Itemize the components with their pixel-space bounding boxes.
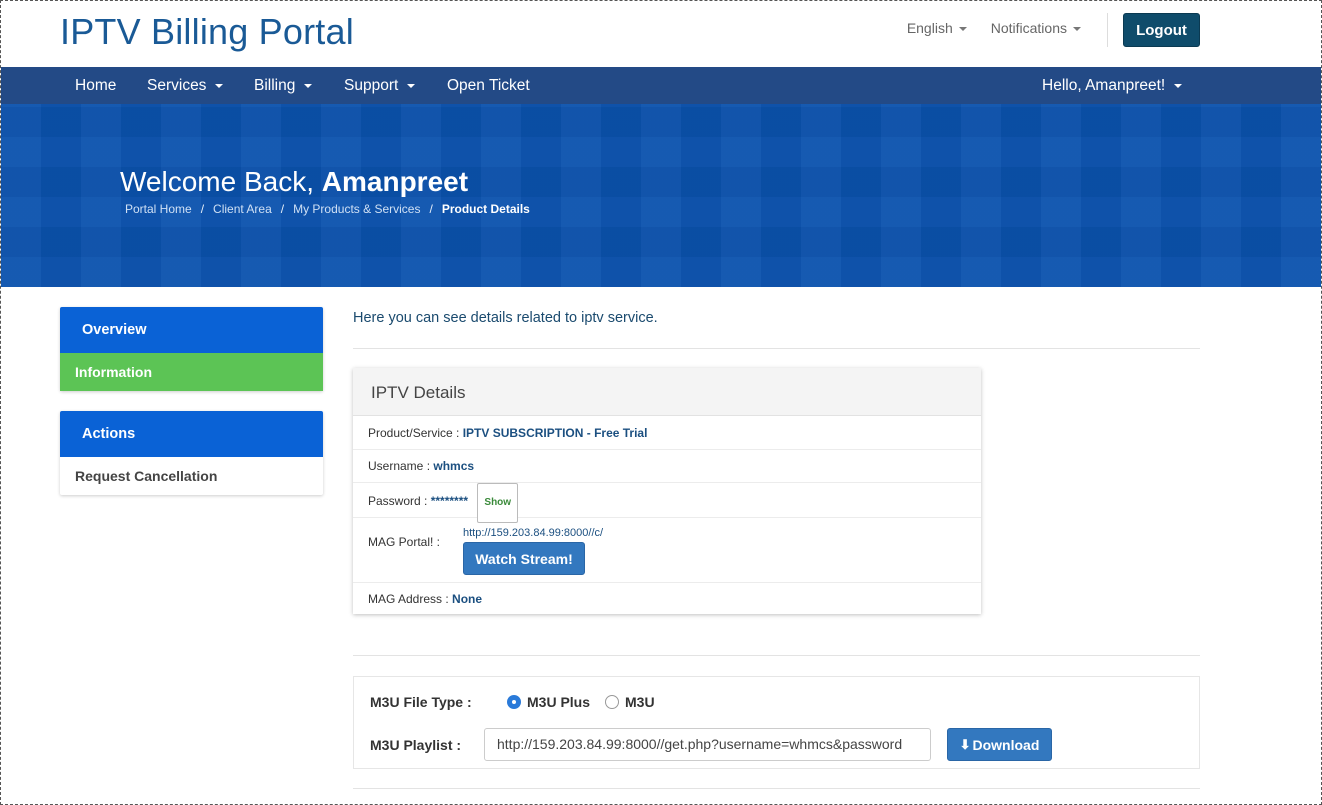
- mag-portal-row: MAG Portal! : http://159.203.84.99:8000/…: [353, 518, 981, 583]
- iptv-details-card: IPTV Details Product/Service : IPTV SUBS…: [353, 368, 981, 614]
- chevron-down-icon: [407, 83, 416, 88]
- watch-stream-button[interactable]: Watch Stream!: [463, 542, 585, 575]
- chevron-down-icon: [1073, 27, 1081, 32]
- nav-billing-label: Billing: [254, 77, 296, 94]
- overview-panel: Overview Information: [60, 307, 323, 391]
- logout-button[interactable]: Logout: [1123, 13, 1200, 47]
- actions-panel-title: Actions: [60, 411, 323, 457]
- divider: [353, 348, 1200, 349]
- brand-title[interactable]: IPTV Billing Portal: [60, 11, 354, 53]
- breadcrumb-separator: /: [280, 202, 285, 216]
- username-label: Username :: [368, 459, 431, 473]
- nav-billing[interactable]: Billing: [254, 67, 313, 104]
- divider: [353, 788, 1200, 789]
- mag-portal-label: MAG Portal! :: [368, 535, 441, 549]
- show-password-button[interactable]: Show: [477, 483, 519, 523]
- radio-unselected-icon: [605, 695, 619, 709]
- breadcrumb-products-services[interactable]: My Products & Services: [293, 202, 420, 216]
- nav-user-label: Hello, Amanpreet!: [1042, 77, 1166, 94]
- actions-panel: Actions Request Cancellation: [60, 411, 323, 495]
- mag-address-value: None: [452, 592, 483, 606]
- language-label: English: [906, 20, 953, 36]
- hero-banner: Welcome Back, Amanpreet Portal Home / Cl…: [1, 104, 1321, 287]
- main-nav: Home Services Billing Support Open Ticke…: [1, 67, 1321, 104]
- chevron-down-icon: [215, 83, 224, 88]
- divider: [353, 655, 1200, 656]
- chevron-down-icon: [1174, 83, 1183, 88]
- username-row: Username : whmcs: [353, 450, 981, 483]
- password-value: ********: [430, 494, 469, 508]
- radio-selected-icon: [507, 695, 521, 709]
- overview-panel-title: Overview: [60, 307, 323, 353]
- nav-services-label: Services: [147, 77, 207, 94]
- download-icon: ⬇: [959, 736, 971, 752]
- radio-m3u-label: M3U: [625, 694, 655, 710]
- notifications-label: Notifications: [990, 20, 1067, 36]
- notifications-dropdown[interactable]: Notifications: [991, 20, 1081, 36]
- card-title: IPTV Details: [353, 368, 981, 416]
- password-label: Password :: [368, 494, 428, 508]
- product-label: Product/Service :: [368, 426, 460, 440]
- nav-open-ticket-label: Open Ticket: [447, 77, 530, 94]
- m3u-section: M3U File Type : M3U Plus M3U M3U Playlis…: [353, 676, 1200, 769]
- welcome-name: Amanpreet: [321, 166, 469, 197]
- nav-home[interactable]: Home: [75, 67, 116, 104]
- password-row: Password : ******** Show: [353, 483, 981, 523]
- radio-m3u-plus-label: M3U Plus: [527, 694, 591, 710]
- header-divider: [1107, 13, 1108, 47]
- chevron-down-icon: [958, 27, 967, 32]
- top-header: IPTV Billing Portal English Notification…: [1, 1, 1321, 67]
- nav-services[interactable]: Services: [147, 67, 224, 104]
- nav-open-ticket[interactable]: Open Ticket: [447, 67, 530, 104]
- welcome-heading: Welcome Back, Amanpreet: [120, 166, 468, 198]
- sidebar-item-request-cancellation[interactable]: Request Cancellation: [60, 457, 323, 495]
- nav-support-label: Support: [344, 77, 399, 94]
- playlist-url-input[interactable]: http://159.203.84.99:8000//get.php?usern…: [484, 728, 931, 761]
- breadcrumb: Portal Home / Client Area / My Products …: [125, 202, 530, 216]
- breadcrumb-current: Product Details: [441, 202, 530, 216]
- radio-m3u-plus[interactable]: M3U Plus: [507, 694, 590, 710]
- welcome-prefix: Welcome Back,: [120, 166, 314, 197]
- breadcrumb-separator: /: [429, 202, 433, 216]
- product-value: IPTV SUBSCRIPTION - Free Trial: [462, 426, 648, 440]
- download-button[interactable]: ⬇ Download: [947, 728, 1052, 761]
- top-links: English Notifications: [907, 20, 1081, 36]
- product-row: Product/Service : IPTV SUBSCRIPTION - Fr…: [353, 416, 981, 450]
- language-dropdown[interactable]: English: [907, 20, 967, 36]
- breadcrumb-separator: /: [200, 202, 205, 216]
- intro-text: Here you can see details related to iptv…: [353, 310, 658, 326]
- nav-home-label: Home: [75, 77, 117, 94]
- page: IPTV Billing Portal English Notification…: [0, 0, 1322, 805]
- username-value: whmcs: [433, 459, 475, 473]
- m3u-playlist-label: M3U Playlist :: [370, 737, 462, 753]
- chevron-down-icon: [304, 83, 313, 88]
- breadcrumb-client-area[interactable]: Client Area: [213, 202, 272, 216]
- mag-portal-url[interactable]: http://159.203.84.99:8000//c/: [463, 527, 603, 539]
- breadcrumb-portal-home[interactable]: Portal Home: [125, 202, 192, 216]
- nav-support[interactable]: Support: [344, 67, 416, 104]
- mag-address-row: MAG Address : None: [353, 583, 981, 614]
- mag-address-label: MAG Address :: [368, 592, 449, 606]
- radio-m3u[interactable]: M3U: [605, 694, 655, 710]
- sidebar-item-information[interactable]: Information: [60, 353, 323, 391]
- download-label: Download: [972, 736, 1040, 753]
- nav-user-menu[interactable]: Hello, Amanpreet!: [1042, 67, 1183, 104]
- m3u-file-type-label: M3U File Type :: [370, 694, 472, 710]
